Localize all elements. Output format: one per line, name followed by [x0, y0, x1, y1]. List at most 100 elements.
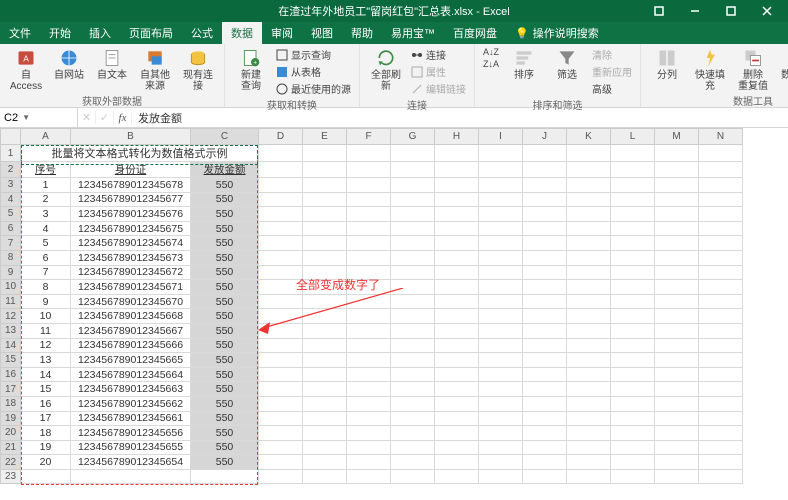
formula-input[interactable]: 发放金额: [132, 110, 788, 126]
cell[interactable]: [523, 382, 567, 397]
data-cell[interactable]: 5: [21, 236, 71, 251]
cell[interactable]: [523, 280, 567, 295]
cell[interactable]: [391, 162, 435, 178]
cell[interactable]: [611, 382, 655, 397]
cell[interactable]: [303, 192, 347, 207]
cell[interactable]: [435, 338, 479, 353]
cell[interactable]: [611, 280, 655, 295]
cell[interactable]: [435, 236, 479, 251]
row-header[interactable]: 11: [1, 294, 21, 309]
cell[interactable]: [699, 250, 743, 265]
cell[interactable]: [655, 145, 699, 162]
data-cell[interactable]: 123456789012345676: [71, 207, 191, 222]
cell[interactable]: [523, 309, 567, 324]
data-cell[interactable]: 1: [21, 178, 71, 193]
cell[interactable]: [347, 367, 391, 382]
cell[interactable]: [347, 178, 391, 193]
cell[interactable]: [479, 440, 523, 455]
from-other-button[interactable]: 自其他来源: [135, 46, 175, 93]
cell[interactable]: [699, 338, 743, 353]
cell[interactable]: [699, 396, 743, 411]
cell[interactable]: [479, 162, 523, 178]
cell[interactable]: [479, 280, 523, 295]
new-query-button[interactable]: +新建 查询: [231, 46, 271, 93]
cell[interactable]: [391, 236, 435, 251]
tab-addon1[interactable]: 易用宝™: [382, 22, 444, 44]
data-cell[interactable]: 123456789012345674: [71, 236, 191, 251]
cell[interactable]: [435, 207, 479, 222]
row-header[interactable]: 21: [1, 440, 21, 455]
data-cell[interactable]: 123456789012345668: [71, 309, 191, 324]
cell[interactable]: [347, 250, 391, 265]
row-header[interactable]: 4: [1, 192, 21, 207]
cell[interactable]: [259, 178, 303, 193]
cell[interactable]: [191, 469, 259, 484]
remove-dup-button[interactable]: 删除 重复值: [733, 46, 773, 93]
col-header-J[interactable]: J: [523, 129, 567, 145]
col-header-E[interactable]: E: [303, 129, 347, 145]
cell[interactable]: [259, 353, 303, 368]
cell[interactable]: [347, 440, 391, 455]
cell[interactable]: [655, 309, 699, 324]
tab-insert[interactable]: 插入: [80, 22, 120, 44]
cell[interactable]: [303, 367, 347, 382]
data-cell[interactable]: 123456789012345667: [71, 323, 191, 338]
cell[interactable]: [523, 221, 567, 236]
cell[interactable]: [391, 367, 435, 382]
cell[interactable]: [523, 469, 567, 484]
cell[interactable]: [523, 250, 567, 265]
cell[interactable]: [611, 250, 655, 265]
cell[interactable]: [523, 440, 567, 455]
data-cell[interactable]: 17: [21, 411, 71, 426]
row-header[interactable]: 10: [1, 280, 21, 295]
cell[interactable]: [303, 353, 347, 368]
row-header[interactable]: 20: [1, 426, 21, 441]
cell[interactable]: [391, 265, 435, 280]
cell[interactable]: [435, 309, 479, 324]
cell[interactable]: [347, 145, 391, 162]
row-header[interactable]: 13: [1, 323, 21, 338]
cell[interactable]: [391, 440, 435, 455]
from-text-button[interactable]: 自文本: [92, 46, 132, 82]
data-validation-button[interactable]: 数据验 证: [776, 46, 788, 93]
cell[interactable]: [391, 178, 435, 193]
data-cell[interactable]: 6: [21, 250, 71, 265]
cell[interactable]: [259, 455, 303, 470]
cell[interactable]: [303, 396, 347, 411]
data-cell[interactable]: 550: [191, 382, 259, 397]
data-cell[interactable]: 19: [21, 440, 71, 455]
col-header-M[interactable]: M: [655, 129, 699, 145]
cell[interactable]: [655, 440, 699, 455]
cell[interactable]: [435, 411, 479, 426]
enter-formula-button[interactable]: ✓: [96, 111, 114, 124]
cell[interactable]: [611, 265, 655, 280]
cell[interactable]: [611, 192, 655, 207]
refresh-all-button[interactable]: 全部刷新: [366, 46, 406, 93]
cell[interactable]: [655, 178, 699, 193]
cell[interactable]: [391, 455, 435, 470]
cell[interactable]: [523, 338, 567, 353]
cell[interactable]: [435, 250, 479, 265]
data-cell[interactable]: 550: [191, 367, 259, 382]
cell[interactable]: [347, 411, 391, 426]
data-cell[interactable]: 123456789012345670: [71, 294, 191, 309]
cell[interactable]: [567, 382, 611, 397]
cell[interactable]: [391, 469, 435, 484]
cell[interactable]: [347, 455, 391, 470]
data-cell[interactable]: 550: [191, 323, 259, 338]
cell[interactable]: [699, 382, 743, 397]
cell[interactable]: [655, 455, 699, 470]
cell[interactable]: [611, 411, 655, 426]
cell[interactable]: [479, 309, 523, 324]
cancel-formula-button[interactable]: ✕: [78, 111, 96, 124]
cell[interactable]: [567, 192, 611, 207]
cell[interactable]: [655, 353, 699, 368]
col-header-N[interactable]: N: [699, 129, 743, 145]
cell[interactable]: [699, 323, 743, 338]
cell[interactable]: [347, 469, 391, 484]
row-header[interactable]: 7: [1, 236, 21, 251]
reapply-button[interactable]: 重新应用: [590, 63, 634, 80]
data-cell[interactable]: 7: [21, 265, 71, 280]
data-cell[interactable]: 123456789012345675: [71, 221, 191, 236]
data-cell[interactable]: 123456789012345663: [71, 382, 191, 397]
